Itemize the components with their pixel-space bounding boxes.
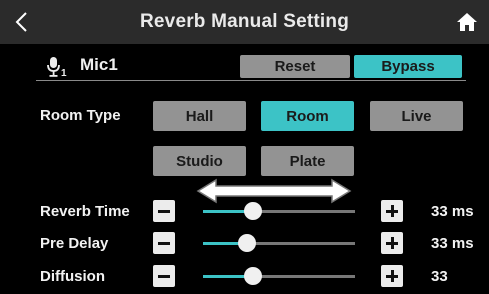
room-type-hall-button[interactable]: Hall — [153, 101, 246, 131]
reverb-time-slider-knob[interactable] — [244, 202, 263, 220]
channel-divider — [36, 80, 466, 81]
diffusion-slider-knob[interactable] — [244, 267, 263, 285]
minus-icon — [158, 274, 170, 278]
home-button[interactable] — [445, 0, 489, 44]
reverb-time-value: 33 ms — [431, 203, 474, 220]
pre-delay-decrease-button[interactable] — [153, 232, 175, 254]
reverb-time-decrease-button[interactable] — [153, 200, 175, 222]
diffusion-slider[interactable] — [203, 267, 355, 285]
reverb-time-unit: ms — [451, 203, 474, 220]
mic-icon: 1 — [46, 56, 72, 83]
home-icon — [457, 13, 477, 31]
page-title: Reverb Manual Setting — [139, 11, 350, 32]
room-type-plate-button[interactable]: Plate — [261, 146, 354, 176]
diffusion-value: 33 — [431, 268, 448, 285]
pre-delay-increase-button[interactable] — [381, 232, 403, 254]
diffusion-increase-button[interactable] — [381, 265, 403, 287]
header-bar: Reverb Manual Setting — [0, 0, 489, 44]
room-type-label: Room Type — [40, 107, 121, 124]
pre-delay-value: 33 ms — [431, 235, 474, 252]
room-type-room-button[interactable]: Room — [261, 101, 354, 131]
pre-delay-slider[interactable] — [203, 234, 355, 252]
channel-label: Mic1 — [80, 55, 118, 74]
room-type-studio-button[interactable]: Studio — [153, 146, 246, 176]
bypass-button[interactable]: Bypass — [354, 55, 462, 78]
reset-button[interactable]: Reset — [240, 55, 350, 78]
pre-delay-unit: ms — [451, 235, 474, 252]
pre-delay-slider-knob[interactable] — [238, 234, 257, 252]
minus-icon — [158, 241, 170, 245]
diffusion-decrease-button[interactable] — [153, 265, 175, 287]
mic-subscript: 1 — [61, 68, 67, 78]
pre-delay-label: Pre Delay — [40, 235, 109, 252]
reverb-time-increase-button[interactable] — [381, 200, 403, 222]
reverb-time-slider[interactable] — [203, 202, 355, 220]
reverb-time-label: Reverb Time — [40, 203, 130, 220]
minus-icon — [158, 209, 170, 213]
diffusion-label: Diffusion — [40, 268, 105, 285]
double-arrow-icon — [196, 178, 352, 204]
room-type-live-button[interactable]: Live — [370, 101, 463, 131]
